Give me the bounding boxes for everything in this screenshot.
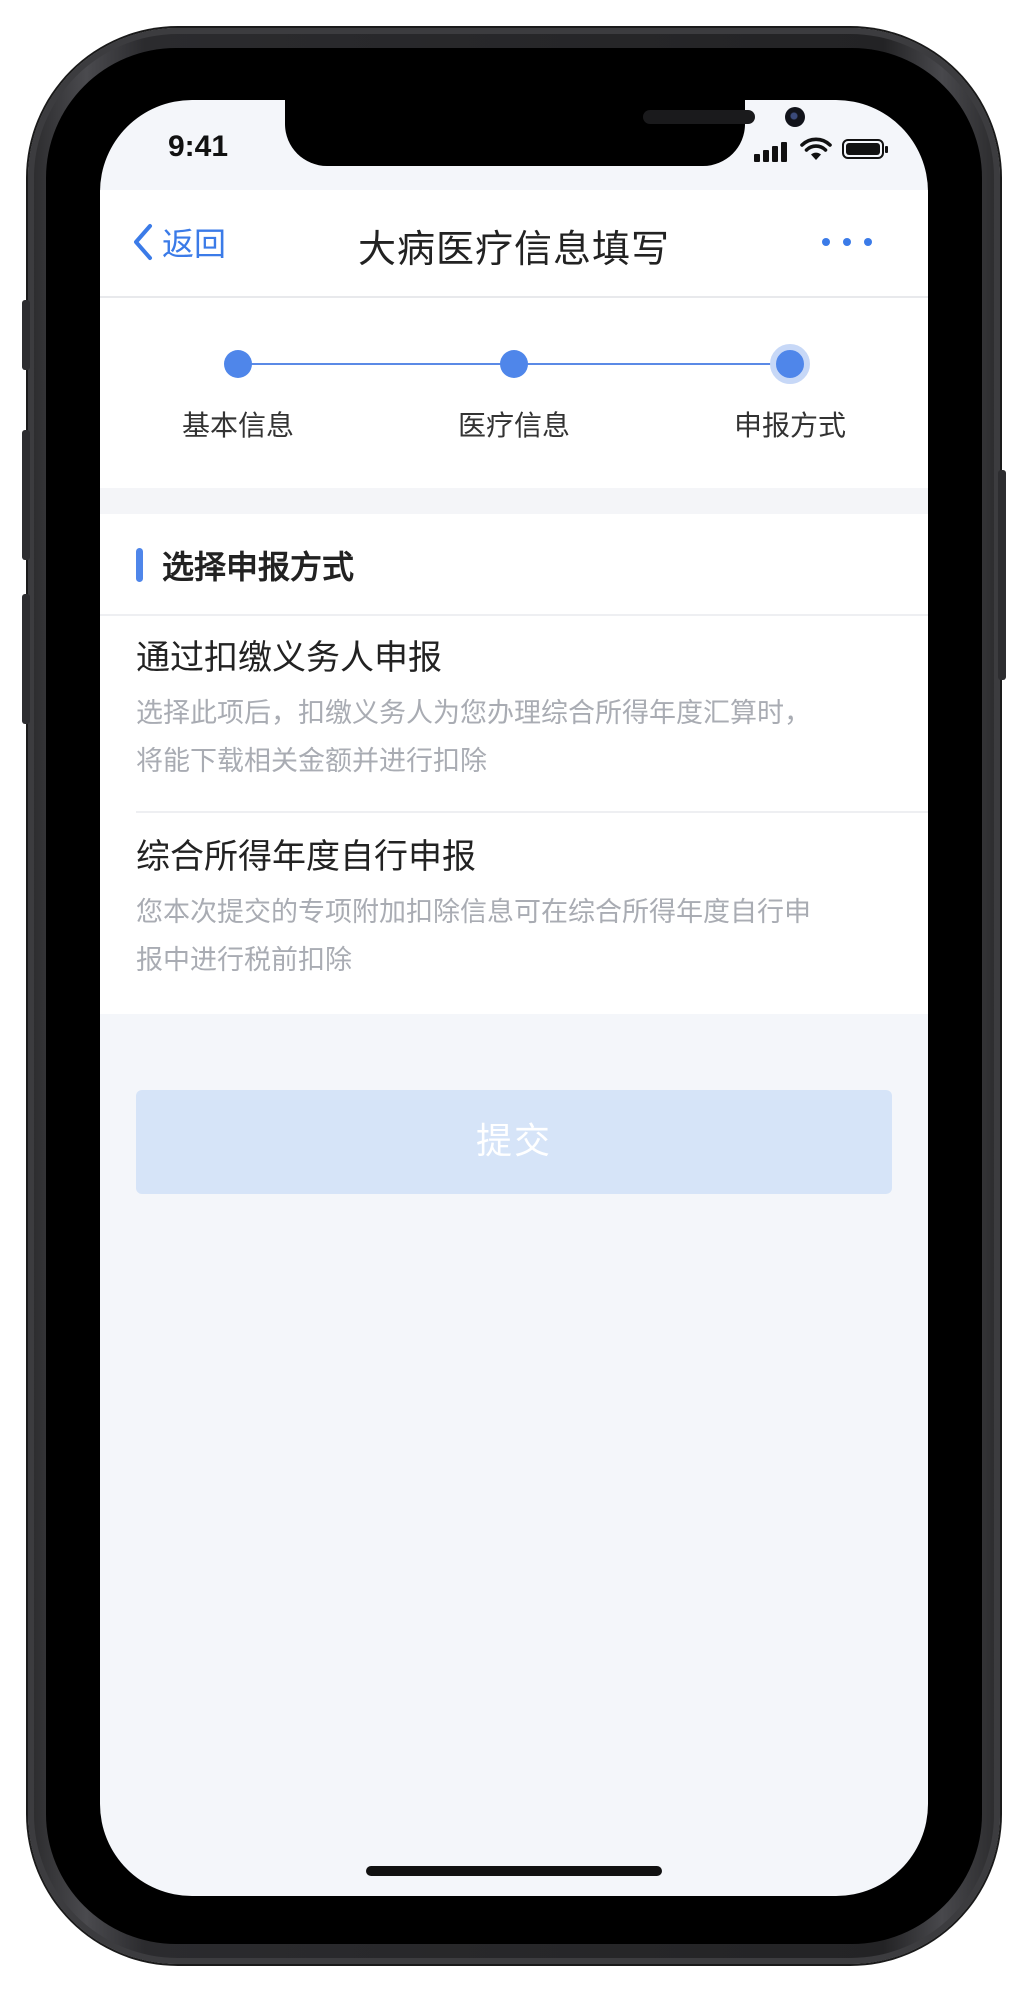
status-time: 9:41 [168,130,229,163]
step-medical-info: 医疗信息 [414,298,614,488]
page-title: 大病医疗信息填写 [357,227,670,271]
step-label: 申报方式 [733,409,846,442]
progress-stepper: 基本信息 医疗信息 申报方式 [100,298,928,488]
volume-down-button [22,594,30,724]
step-label: 医疗信息 [457,409,570,442]
power-button [998,470,1006,680]
front-camera [785,107,805,127]
step-filing-method: 申报方式 [690,298,890,488]
option-title: 通过扣缴义务人申报 [136,638,442,678]
step-dot [224,350,252,378]
more-options-button[interactable] [822,230,872,254]
screenshot-stage: 9:41 返回 大病医疗信息填写 基本信息 医疗信息 申报方式 选择申报方式 通… [0,0,1028,1992]
cellular-signal-icon [754,140,792,162]
home-indicator[interactable] [366,1866,662,1876]
option-self-filing[interactable]: 综合所得年度自行申报 您本次提交的专项附加扣除信息可在综合所得年度自行申报中进行… [136,833,892,985]
option-description: 选择此项后，扣缴义务人为您办理综合所得年度汇算时，将能下载相关金额并进行扣除 [136,698,811,777]
more-dot-icon [822,238,830,246]
option-withholding-agent[interactable]: 通过扣缴义务人申报 选择此项后，扣缴义务人为您办理综合所得年度汇算时，将能下载相… [136,634,892,786]
volume-up-button [22,430,30,560]
step-basic-info: 基本信息 [138,298,338,488]
section-header: 选择申报方式 [100,514,928,616]
step-dot-current [770,344,810,384]
step-dot [500,350,528,378]
filing-method-section: 选择申报方式 通过扣缴义务人申报 选择此项后，扣缴义务人为您办理综合所得年度汇算… [100,514,928,1014]
mute-switch [22,300,30,370]
phone-screen: 9:41 返回 大病医疗信息填写 基本信息 医疗信息 申报方式 选择申报方式 通… [100,100,928,1896]
battery-icon [842,139,888,159]
more-dot-icon [864,238,872,246]
option-title: 综合所得年度自行申报 [136,837,476,877]
speaker-grille [643,110,755,124]
section-title: 选择申报方式 [162,548,355,586]
option-divider [136,811,928,813]
more-dot-icon [843,238,851,246]
section-accent-bar [136,548,143,582]
notch [285,100,805,166]
step-label: 基本信息 [181,409,294,442]
option-description: 您本次提交的专项附加扣除信息可在综合所得年度自行申报中进行税前扣除 [136,897,811,976]
wifi-icon [800,137,832,160]
navigation-bar: 返回 大病医疗信息填写 [100,190,928,298]
submit-button[interactable]: 提交 [136,1090,892,1194]
section-spacer [100,488,928,514]
